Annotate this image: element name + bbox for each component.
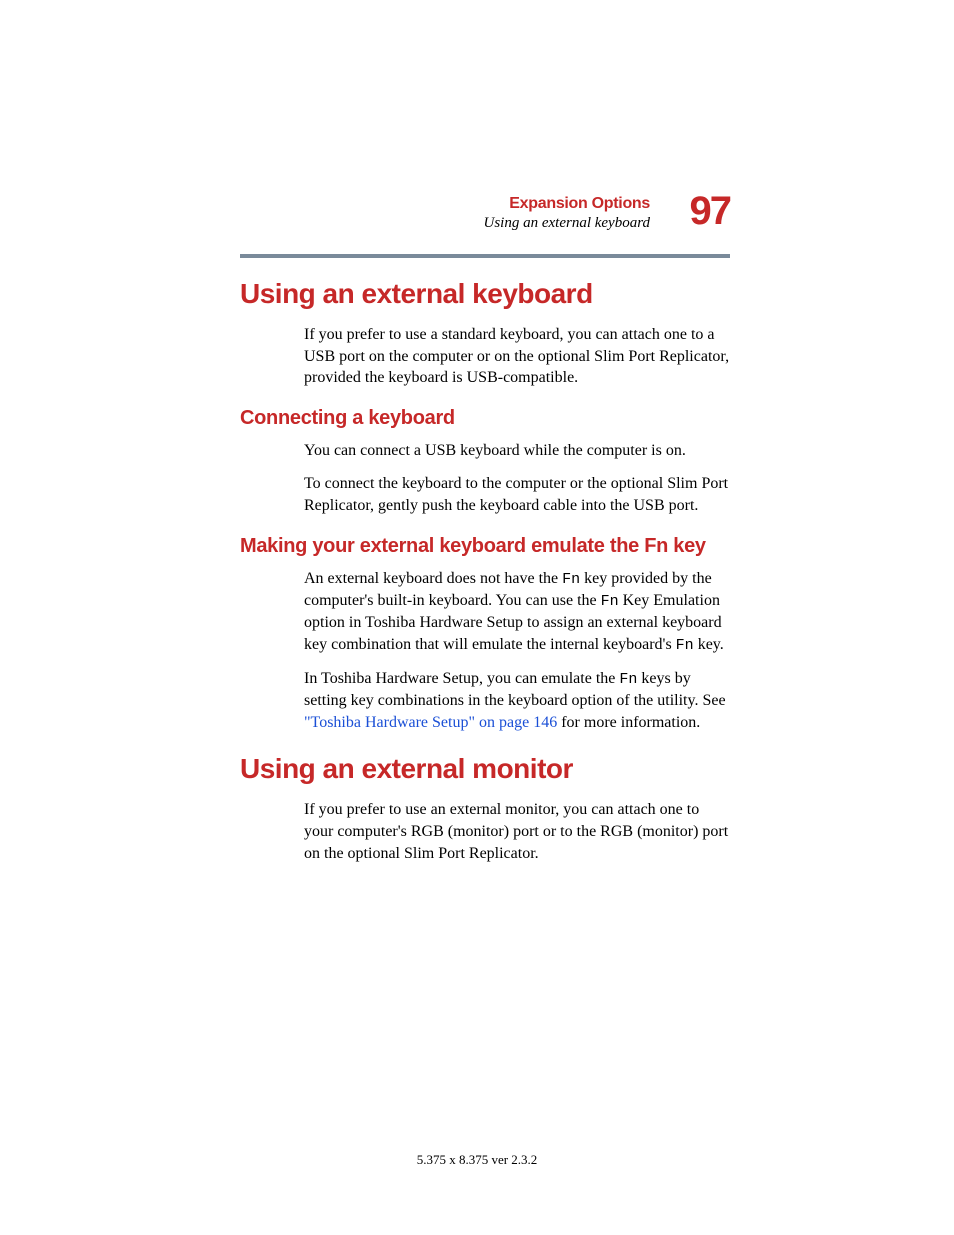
body-paragraph: You can connect a USB keyboard while the… (304, 440, 730, 462)
text-run: key. (694, 636, 724, 653)
page-footer: 5.375 x 8.375 ver 2.3.2 (0, 1152, 954, 1168)
heading-using-external-monitor: Using an external monitor (240, 753, 730, 785)
cross-reference-link[interactable]: "Toshiba Hardware Setup" on page 146 (304, 714, 557, 731)
body-paragraph: To connect the keyboard to the computer … (304, 473, 730, 516)
page-number: 97 (690, 189, 731, 234)
page-content: Expansion Options Using an external keyb… (240, 195, 730, 876)
header-rule (240, 254, 730, 258)
heading-connecting-keyboard: Connecting a keyboard (240, 407, 730, 430)
fn-key-literal: Fn (601, 593, 619, 610)
running-header: Expansion Options Using an external keyb… (240, 195, 730, 258)
chapter-title: Expansion Options (240, 195, 650, 213)
header-section-path: Using an external keyboard (240, 215, 650, 232)
text-run: for more information. (557, 714, 700, 731)
heading-emulate-fn-key: Making your external keyboard emulate th… (240, 535, 730, 558)
body-paragraph: In Toshiba Hardware Setup, you can emula… (304, 668, 730, 733)
fn-key-literal: Fn (562, 571, 580, 588)
text-run: In Toshiba Hardware Setup, you can emula… (304, 670, 619, 687)
body-paragraph: If you prefer to use an external monitor… (304, 799, 730, 864)
header-text-block: Expansion Options Using an external keyb… (240, 195, 730, 232)
body-paragraph: If you prefer to use a standard keyboard… (304, 324, 730, 389)
heading-using-external-keyboard: Using an external keyboard (240, 278, 730, 310)
body-paragraph: An external keyboard does not have the F… (304, 568, 730, 656)
fn-key-literal: Fn (676, 637, 694, 654)
fn-key-literal: Fn (619, 671, 637, 688)
text-run: An external keyboard does not have the (304, 570, 562, 587)
